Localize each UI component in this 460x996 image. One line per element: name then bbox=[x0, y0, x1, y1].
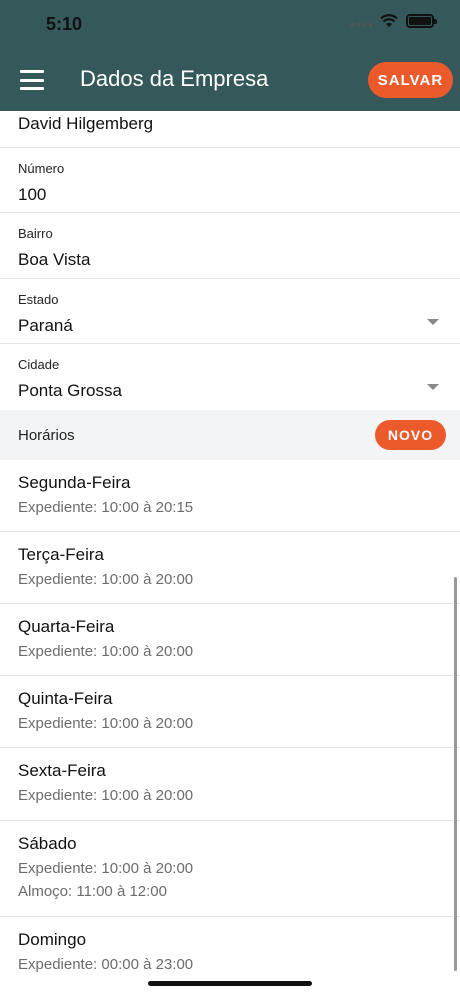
page-title: Dados da Empresa bbox=[80, 66, 269, 91]
day-name: Quinta-Feira bbox=[18, 689, 113, 708]
day-hours: Expediente: 10:00 à 20:00 bbox=[18, 643, 194, 660]
save-button[interactable]: SALVAR bbox=[368, 62, 453, 98]
day-name: Sexta-Feira bbox=[18, 761, 106, 780]
new-schedule-button[interactable]: NOVO bbox=[375, 420, 446, 450]
name-field[interactable]: David Hilgemberg bbox=[0, 114, 460, 148]
list-item-terca[interactable]: Terça-Feira Expediente: 10:00 à 20:00 bbox=[0, 532, 460, 604]
list-item-quinta[interactable]: Quinta-Feira Expediente: 10:00 à 20:00 bbox=[0, 676, 460, 748]
day-name: Quarta-Feira bbox=[18, 617, 115, 636]
battery-icon bbox=[406, 14, 437, 28]
list-item-quarta[interactable]: Quarta-Feira Expediente: 10:00 à 20:00 bbox=[0, 604, 460, 676]
estado-value: Paraná bbox=[18, 316, 73, 335]
list-item-sabado[interactable]: Sábado Expediente: 10:00 à 20:00 Almoço:… bbox=[0, 821, 460, 917]
list-item-sexta[interactable]: Sexta-Feira Expediente: 10:00 à 20:00 bbox=[0, 748, 460, 821]
status-icons bbox=[351, 14, 437, 28]
day-name: Domingo bbox=[18, 930, 87, 949]
form-content: David Hilgemberg Número 100 Bairro Boa V… bbox=[0, 111, 460, 992]
cidade-field[interactable]: Cidade Ponta Grossa bbox=[0, 344, 460, 410]
scrollbar[interactable] bbox=[454, 577, 457, 971]
bairro-label: Bairro bbox=[18, 226, 53, 241]
numero-value: 100 bbox=[18, 185, 47, 204]
bairro-value: Boa Vista bbox=[18, 250, 91, 269]
numero-field[interactable]: Número 100 bbox=[0, 148, 460, 213]
day-lunch: Almoço: 11:00 à 12:00 bbox=[18, 883, 167, 900]
app-header: 5:10 Dados da Empresa SALVAR bbox=[0, 0, 460, 111]
horarios-header: Horários NOVO bbox=[0, 410, 460, 460]
bairro-field[interactable]: Bairro Boa Vista bbox=[0, 213, 460, 279]
chevron-down-icon[interactable] bbox=[427, 319, 439, 325]
menu-icon[interactable] bbox=[20, 70, 44, 90]
numero-label: Número bbox=[18, 161, 65, 176]
day-name: Terça-Feira bbox=[18, 545, 104, 564]
cidade-label: Cidade bbox=[18, 357, 60, 372]
day-hours: Expediente: 10:00 à 20:00 bbox=[18, 787, 194, 804]
day-hours: Expediente: 10:00 à 20:00 bbox=[18, 860, 194, 877]
horarios-label: Horários bbox=[18, 426, 75, 444]
day-name: Sábado bbox=[18, 834, 77, 853]
estado-label: Estado bbox=[18, 292, 59, 307]
day-name: Segunda-Feira bbox=[18, 473, 131, 492]
name-value: David Hilgemberg bbox=[18, 114, 154, 133]
status-time: 5:10 bbox=[46, 14, 83, 34]
wifi-icon bbox=[380, 14, 398, 27]
estado-field[interactable]: Estado Paraná bbox=[0, 279, 460, 344]
day-hours: Expediente: 10:00 à 20:00 bbox=[18, 571, 194, 588]
list-item-segunda[interactable]: Segunda-Feira Expediente: 10:00 à 20:15 bbox=[0, 460, 460, 532]
cidade-value: Ponta Grossa bbox=[18, 381, 122, 400]
day-hours: Expediente: 10:00 à 20:00 bbox=[18, 715, 194, 732]
home-indicator[interactable] bbox=[148, 981, 312, 986]
day-hours: Expediente: 10:00 à 20:15 bbox=[18, 499, 194, 516]
chevron-down-icon[interactable] bbox=[427, 384, 439, 390]
day-hours: Expediente: 00:00 à 23:00 bbox=[18, 956, 194, 973]
signal-icon bbox=[351, 15, 372, 27]
